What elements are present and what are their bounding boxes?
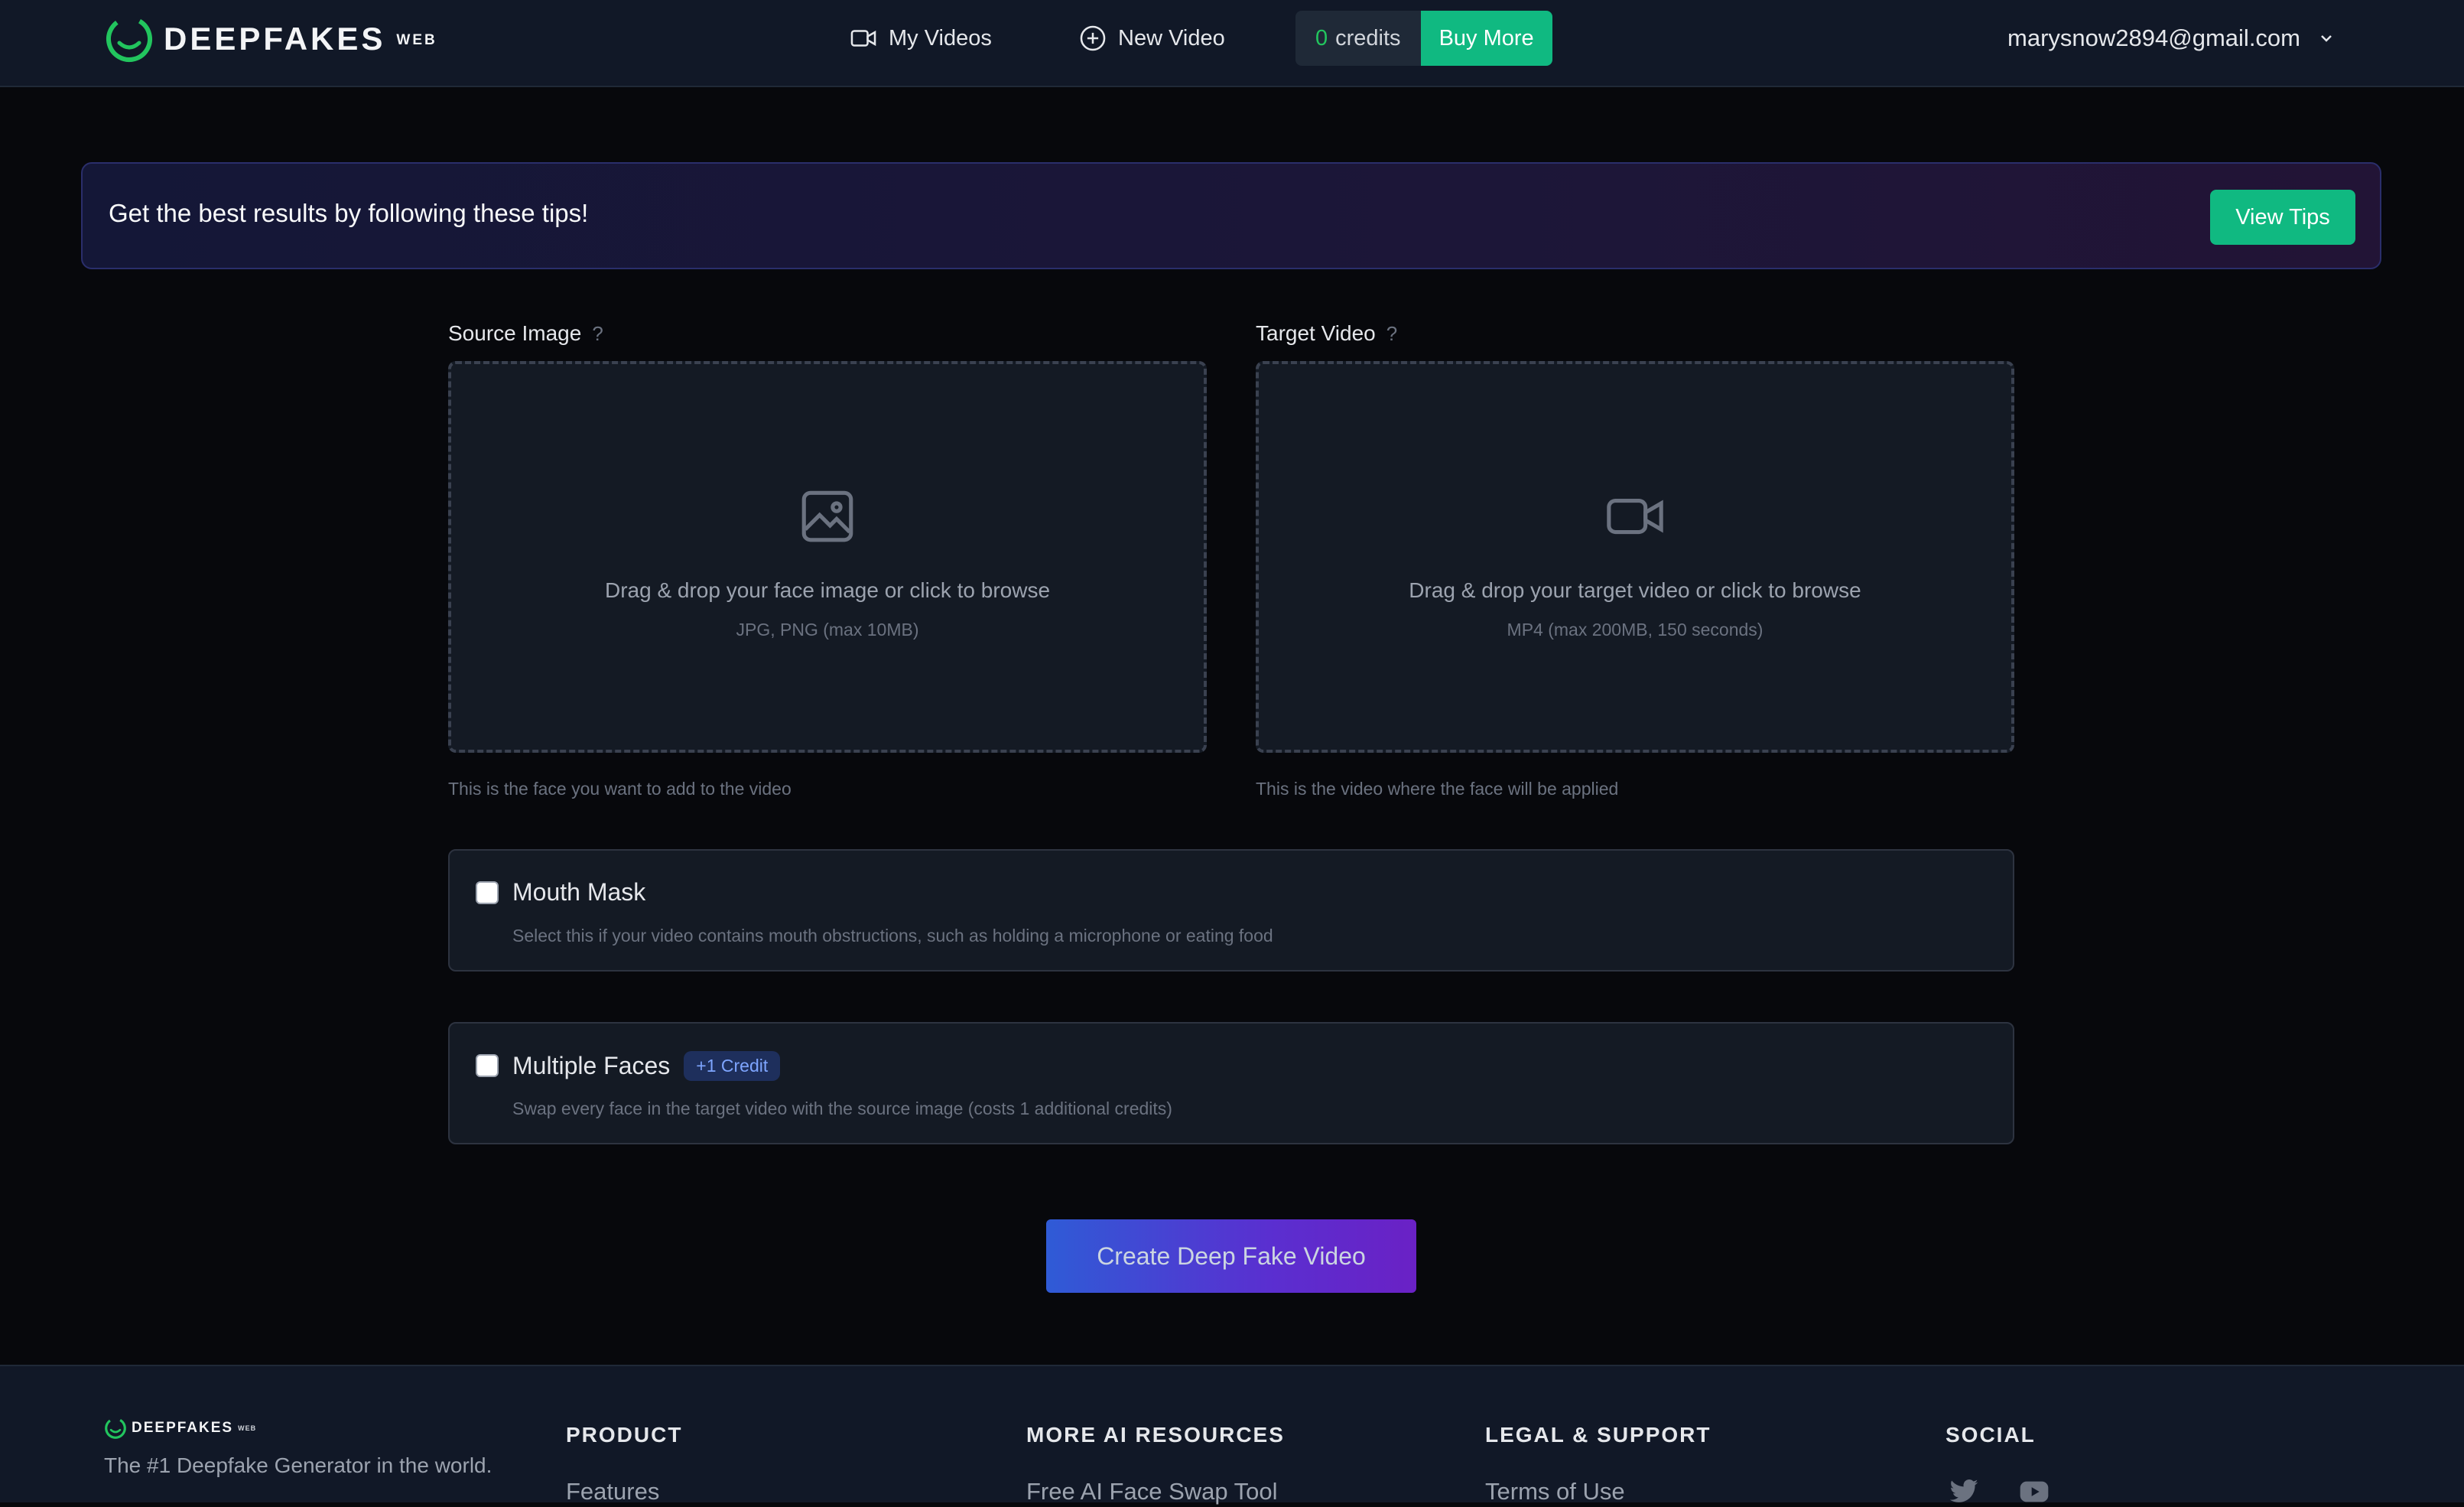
multiple-faces-checkbox[interactable]: [476, 1054, 499, 1077]
mouth-mask-checkbox[interactable]: [476, 881, 499, 904]
mouth-mask-option[interactable]: Mouth Mask Select this if your video con…: [448, 849, 2014, 972]
chevron-down-icon: [2321, 35, 2332, 42]
youtube-icon[interactable]: [2017, 1476, 2051, 1507]
user-menu[interactable]: marysnow2894@gmail.com: [2007, 21, 2336, 55]
footer-logo-subtext: WEB: [238, 1424, 257, 1432]
target-video-help-text: This is the video where the face will be…: [1256, 779, 1619, 799]
source-image-dropzone[interactable]: Drag & drop your face image or click to …: [448, 361, 1207, 753]
create-deepfake-button[interactable]: Create Deep Fake Video: [1046, 1219, 1416, 1293]
tips-banner: Get the best results by following these …: [81, 162, 2381, 269]
top-header: DEEPFAKES WEB My Videos New Video 0 cred…: [0, 0, 2464, 87]
source-image-label: Source Image ?: [448, 321, 603, 346]
credits-label: credits: [1335, 25, 1401, 50]
video-camera-icon: [850, 30, 876, 47]
logo[interactable]: DEEPFAKES WEB: [104, 12, 437, 66]
nav-new-video[interactable]: New Video: [1078, 21, 1225, 55]
multiple-faces-description: Swap every face in the target video with…: [512, 1099, 1172, 1118]
footer-logo-text: DEEPFAKES: [132, 1420, 234, 1436]
logo-icon: [106, 16, 152, 62]
footer-heading-resources: MORE AI RESOURCES: [1026, 1423, 1285, 1447]
plus-circle-icon: [1080, 25, 1106, 51]
footer: DEEPFAKES WEB The #1 Deepfake Generator …: [0, 1365, 2464, 1505]
credit-badge: +1 Credit: [684, 1051, 781, 1081]
user-email: marysnow2894@gmail.com: [2007, 24, 2300, 51]
image-icon: [801, 490, 853, 542]
tips-text: Get the best results by following these …: [109, 199, 589, 227]
target-video-label: Target Video ?: [1256, 321, 1397, 346]
nav-my-videos[interactable]: My Videos: [849, 21, 992, 55]
target-dropzone-text: Drag & drop your target video or click t…: [1409, 578, 1861, 602]
nav-my-videos-label: My Videos: [889, 25, 992, 50]
view-tips-button[interactable]: View Tips: [2210, 190, 2355, 245]
logo-text: DEEPFAKES: [164, 21, 386, 57]
footer-heading-product: PRODUCT: [566, 1423, 683, 1447]
target-dropzone-formats: MP4 (max 200MB, 150 seconds): [1507, 620, 1763, 640]
target-video-label-text: Target Video: [1256, 321, 1376, 345]
footer-link-face-swap[interactable]: Free AI Face Swap Tool: [1026, 1478, 1278, 1505]
footer-heading-legal: LEGAL & SUPPORT: [1485, 1423, 1711, 1447]
footer-tagline: The #1 Deepfake Generator in the world.: [104, 1453, 492, 1477]
logo-icon: [105, 1417, 126, 1439]
footer-logo[interactable]: DEEPFAKES WEB: [104, 1417, 256, 1440]
multiple-faces-option[interactable]: Multiple Faces +1 Credit Swap every face…: [448, 1022, 2014, 1144]
video-camera-icon: [1607, 498, 1663, 535]
multiple-faces-title: Multiple Faces: [512, 1052, 671, 1079]
multiple-faces-title-row: Multiple Faces +1 Credit: [512, 1051, 781, 1081]
credits-display: 0 credits: [1295, 11, 1421, 66]
nav-new-video-label: New Video: [1118, 25, 1225, 50]
twitter-icon[interactable]: [1947, 1476, 1981, 1507]
buy-more-button[interactable]: Buy More: [1420, 11, 1552, 66]
mouth-mask-description: Select this if your video contains mouth…: [512, 926, 1273, 946]
target-video-dropzone[interactable]: Drag & drop your target video or click t…: [1256, 361, 2014, 753]
footer-heading-social: SOCIAL: [1946, 1423, 2036, 1447]
credits-group: 0 credits Buy More: [1295, 11, 1552, 66]
footer-link-terms[interactable]: Terms of Use: [1485, 1478, 1625, 1505]
source-dropzone-formats: JPG, PNG (max 10MB): [736, 620, 919, 640]
source-image-help-text: This is the face you want to add to the …: [448, 779, 792, 799]
logo-subtext: WEB: [396, 32, 437, 48]
footer-link-features[interactable]: Features: [566, 1478, 659, 1505]
mouth-mask-title: Mouth Mask: [512, 878, 646, 906]
source-image-label-text: Source Image: [448, 321, 582, 345]
source-dropzone-text: Drag & drop your face image or click to …: [604, 578, 1051, 602]
target-video-help-icon[interactable]: ?: [1386, 322, 1397, 346]
source-image-help-icon[interactable]: ?: [592, 322, 603, 346]
credits-count: 0: [1315, 25, 1328, 50]
